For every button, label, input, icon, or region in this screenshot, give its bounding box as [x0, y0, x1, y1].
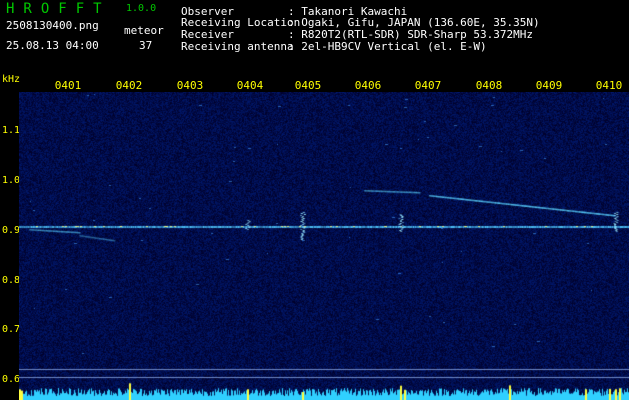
time-tick-label: 0407 — [414, 79, 442, 92]
location-value: : Ogaki, Gifu, JAPAN (136.60E, 35.35N) — [288, 16, 540, 29]
time-tick-label: 0404 — [236, 79, 264, 92]
antenna-label: Receiving antenna — [181, 40, 294, 53]
app-version: 1.0.0 — [126, 3, 157, 14]
time-tick-label: 0408 — [475, 79, 503, 92]
time-tick-label: 0403 — [176, 79, 204, 92]
time-tick-label: 0402 — [115, 79, 143, 92]
time-tick-label: 0405 — [294, 79, 322, 92]
freq-tick-label: 0.9 — [2, 225, 21, 236]
receiver-label: Receiver — [181, 28, 234, 41]
receiver-value: : R820T2(RTL-SDR) SDR-Sharp 53.372MHz — [288, 28, 534, 41]
location-label: Receiving Location — [181, 16, 301, 29]
meteor-count: 37 — [139, 39, 153, 52]
file-name: 2508130400.png — [6, 19, 99, 32]
time-axis: 0401 0402 0403 0404 0405 0406 0407 0408 … — [0, 73, 629, 93]
time-tick-label: 0410 — [595, 79, 623, 92]
freq-tick-label: 1.0 — [2, 175, 21, 186]
header-panel: HROFFT 1.0.0 2508130400.png meteor 25.08… — [0, 0, 629, 73]
spectrogram-canvas — [19, 92, 629, 400]
freq-tick-label: 0.6 — [2, 374, 21, 385]
time-tick-label: 0406 — [354, 79, 382, 92]
freq-unit-label: kHz — [2, 74, 21, 85]
time-tick-label: 0409 — [535, 79, 563, 92]
datetime: 25.08.13 04:00 — [6, 39, 99, 52]
freq-tick-label: 0.8 — [2, 275, 21, 286]
app-name: HROFFT — [6, 1, 111, 17]
time-tick-label: 0401 — [54, 79, 82, 92]
freq-tick-label: 0.7 — [2, 324, 21, 335]
antenna-value: : 2el-HB9CV Vertical (el. E-W) — [288, 40, 487, 53]
meteor-label: meteor — [124, 24, 164, 37]
freq-tick-label: 1.1 — [2, 125, 21, 136]
